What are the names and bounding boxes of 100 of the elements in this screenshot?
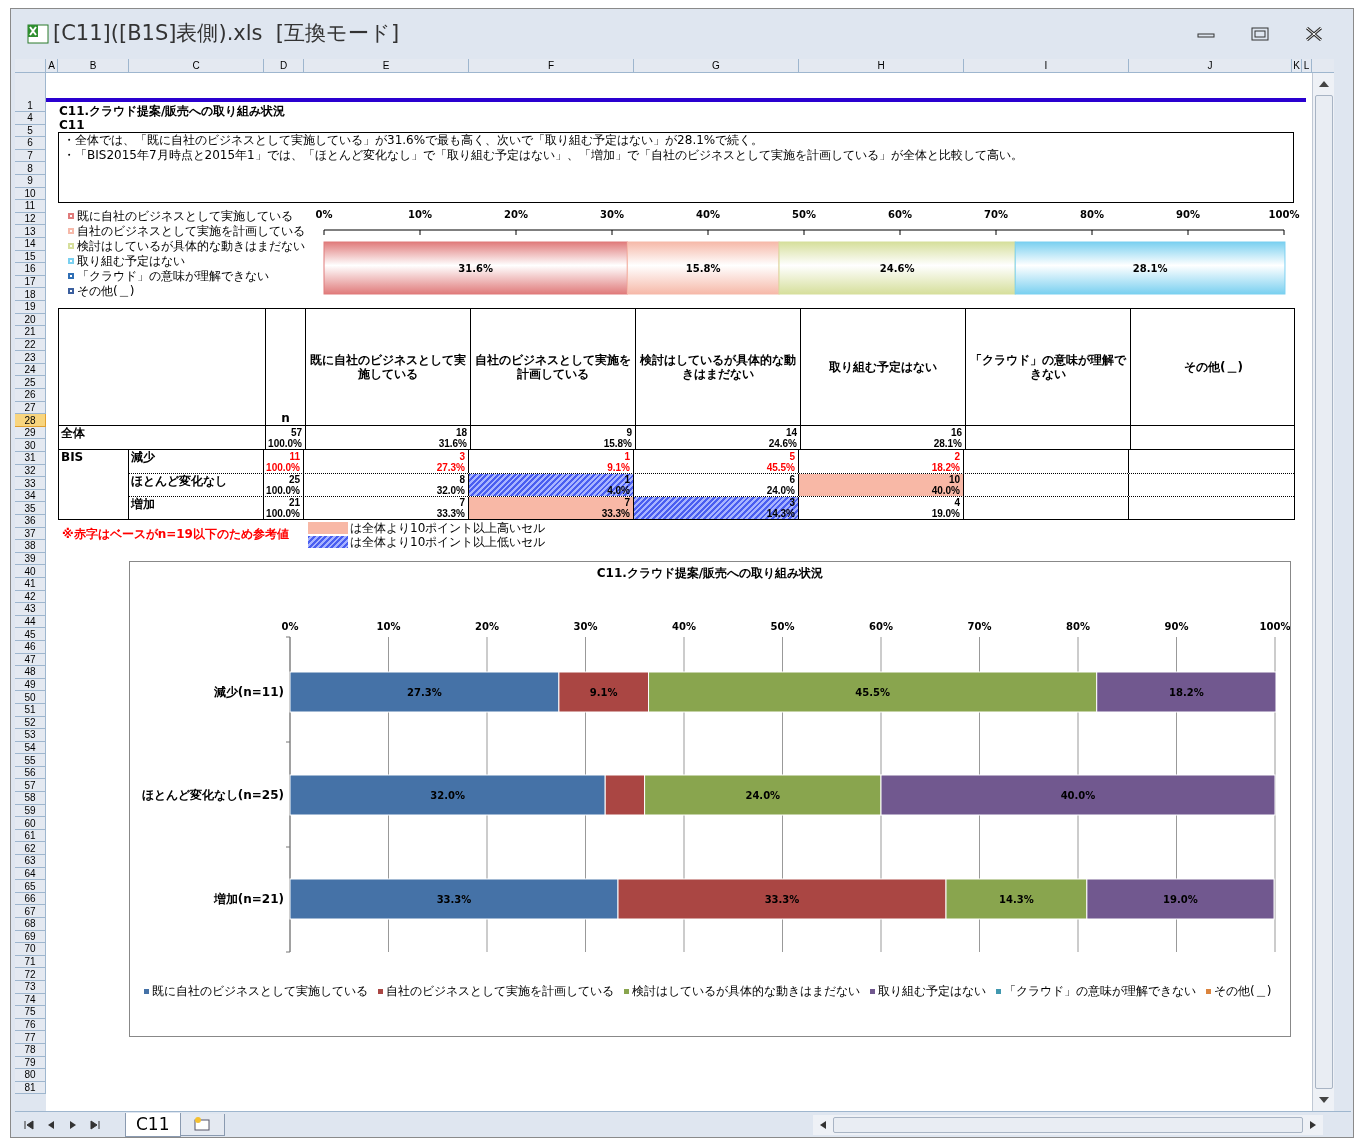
row-header[interactable]: 65 (15, 880, 46, 893)
row-header[interactable]: 13 (15, 225, 46, 238)
sheet-tab[interactable]: C11 (125, 1112, 181, 1137)
row-header[interactable]: 21 (15, 326, 46, 339)
new-sheet-icon (192, 1116, 212, 1132)
column-header[interactable]: B (58, 59, 129, 73)
data-label: 33.3% (436, 894, 472, 905)
row-header[interactable]: 35 (15, 502, 46, 515)
row-header[interactable]: 36 (15, 515, 46, 528)
row-header[interactable]: 60 (15, 817, 46, 830)
legend-label: 「クラウド」の意味が理解できない (1004, 984, 1196, 998)
row-header[interactable]: 23 (15, 351, 46, 364)
row-header[interactable]: 31 (15, 452, 46, 465)
row-header[interactable]: 1 (15, 73, 46, 112)
row-header[interactable]: 48 (15, 666, 46, 679)
column-header[interactable]: A (46, 59, 58, 73)
row-label: 増加 (131, 497, 155, 511)
restore-icon[interactable] (1251, 27, 1269, 41)
column-header[interactable]: C (129, 59, 264, 73)
first-sheet-icon[interactable] (23, 1118, 35, 1131)
tick-label: 30% (600, 209, 624, 220)
scroll-thumb[interactable] (833, 1116, 1303, 1133)
row-header[interactable]: 4 (15, 112, 46, 125)
data-label: 24.6% (879, 263, 915, 274)
row-header[interactable]: 26 (15, 389, 46, 402)
table-cell: 1 4.0% (469, 474, 634, 496)
window-title: [C11]([B1S]表側).xls [互換モード] (53, 20, 400, 48)
tick-label: 60% (869, 621, 893, 632)
column-header[interactable]: J (1129, 59, 1292, 73)
row-header[interactable]: 75 (15, 1006, 46, 1019)
column-header[interactable]: E (304, 59, 469, 73)
tick-label: 20% (504, 209, 528, 220)
row-header[interactable]: 8 (15, 162, 46, 175)
data-label: 19.0% (1163, 894, 1198, 905)
row-header[interactable]: 18 (15, 288, 46, 301)
row-header[interactable]: 63 (15, 855, 46, 868)
column-header[interactable]: G (634, 59, 799, 73)
row-header[interactable]: 33 (15, 477, 46, 490)
data-label: 27.3% (407, 687, 442, 698)
column-header[interactable]: I (964, 59, 1129, 73)
tick-label: 70% (967, 621, 992, 632)
column-heading: 取り組む予定はない (829, 360, 937, 374)
tick-label: 80% (1066, 621, 1090, 632)
row-header[interactable]: 38 (15, 540, 46, 553)
legend-label: 既に自社のビジネスとして実施している (77, 208, 293, 223)
legend-label: 取り組む予定はない (878, 984, 986, 998)
tick-label: 0% (315, 209, 333, 220)
group-label: BIS (61, 450, 84, 464)
new-sheet-tab[interactable] (180, 1113, 225, 1136)
row-header[interactable]: 67 (15, 905, 46, 918)
row-header[interactable]: 43 (15, 603, 46, 616)
data-label: 24.0% (745, 790, 781, 801)
row-header[interactable]: 40 (15, 565, 46, 578)
column-header[interactable]: D (264, 59, 304, 73)
row-header[interactable]: 70 (15, 943, 46, 956)
tick-label: 10% (376, 621, 401, 632)
row-header[interactable]: 72 (15, 968, 46, 981)
legend-label: 検討はしているが具体的な動きはまだない (77, 238, 305, 253)
legend-label: 「クラウド」の意味が理解できない (77, 268, 269, 283)
row-header[interactable]: 30 (15, 439, 46, 453)
row-header[interactable]: 55 (15, 754, 46, 767)
row-header[interactable]: 57 (15, 779, 46, 793)
row-header[interactable]: 16 (15, 263, 46, 276)
tick-label: 20% (475, 621, 499, 632)
row-header[interactable]: 11 (15, 200, 46, 213)
row-label: 全体 (61, 426, 85, 440)
row-header[interactable]: 50 (15, 691, 46, 704)
data-label: 31.6% (458, 263, 494, 274)
data-label: 9.1% (589, 687, 618, 698)
vertical-scrollbar[interactable] (1312, 73, 1334, 1111)
row-header[interactable]: 28 (15, 414, 46, 427)
column-heading: 検討はしているが具体的な動きはまだない (639, 353, 797, 381)
close-icon[interactable] (1305, 27, 1323, 41)
scroll-thumb[interactable] (1314, 95, 1333, 1089)
column-header[interactable]: F (469, 59, 634, 73)
row-header[interactable]: 45 (15, 628, 46, 641)
legend-label: 自社のビジネスとして実施を計画している (386, 984, 614, 998)
row-header[interactable]: 80 (15, 1069, 46, 1082)
tick-label: 60% (888, 209, 912, 220)
summary-text: ・全体では、「既に自社のビジネスとして実施している」が31.6%で最も高く、次いで「取り組む予定はない」が28.1%で続く。 (63, 133, 764, 148)
row-header[interactable]: 53 (15, 729, 46, 742)
category-label: ほとんど変化なし(n=25) (141, 788, 284, 802)
column-heading: 「クラウド」の意味が理解できない (969, 353, 1128, 381)
sheet-subtitle: C11 (59, 118, 85, 132)
table-cell: 57 100.0% (266, 426, 306, 449)
last-sheet-icon[interactable] (89, 1118, 101, 1131)
row-header[interactable]: 25 (15, 376, 46, 390)
tick-label: 40% (672, 621, 696, 632)
table-cell: 10 40.0% (799, 474, 964, 496)
legend-label: その他(＿) (1214, 984, 1272, 998)
table-cell: 11 100.0% (264, 450, 304, 473)
horizontal-scrollbar[interactable] (813, 1114, 1323, 1135)
row-header[interactable]: 68 (15, 918, 46, 931)
data-label: 33.3% (764, 894, 800, 905)
row-header[interactable]: 58 (15, 792, 46, 805)
row-header[interactable]: 77 (15, 1031, 46, 1044)
row-header[interactable]: 6 (15, 137, 46, 150)
row-header[interactable]: 62 (15, 842, 46, 856)
high-swatch (308, 522, 348, 534)
column-header[interactable]: H (799, 59, 964, 73)
